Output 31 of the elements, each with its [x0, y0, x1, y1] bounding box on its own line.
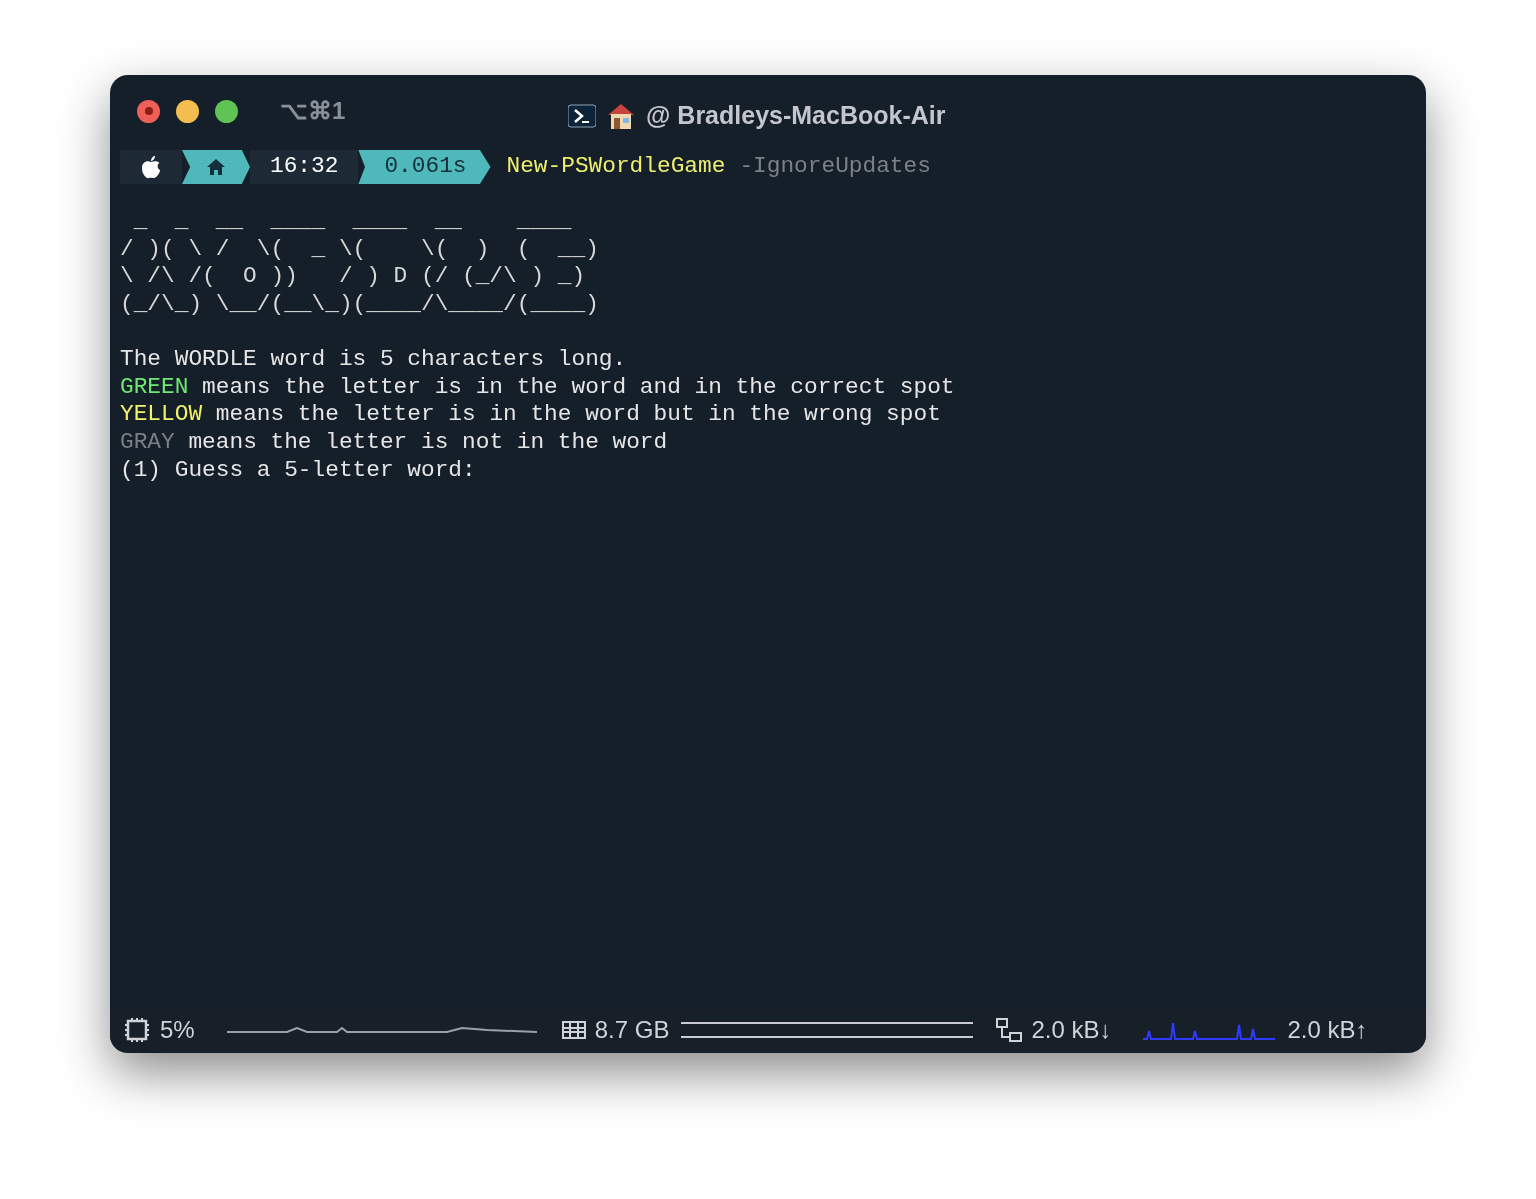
ascii-art-line: / )( \ / \( _ \( \( ) ( __): [120, 235, 599, 264]
output-line: means the letter is in the word but in the wrong spot: [214, 401, 941, 429]
output-line: The WORDLE word is 5 characters long.: [120, 345, 627, 374]
memory-usage: 8.7 GB: [594, 1015, 670, 1045]
ascii-art-line: _ _ __ ____ ____ __ ____: [132, 208, 572, 236]
color-word: GREEN: [120, 373, 189, 402]
output-line: (1) Guess a 5-letter word:: [120, 456, 476, 485]
cpu-usage: 5%: [160, 1015, 195, 1045]
cpu-icon: [124, 1017, 150, 1043]
download-rate: 2.0 kB↓: [1031, 1015, 1112, 1045]
output-line: means the letter is in the word and in the correct spot: [201, 373, 955, 402]
output-line: means the letter is not in the word: [187, 428, 668, 457]
prompt-duration: 0.061s: [358, 150, 491, 184]
close-button[interactable]: [137, 99, 160, 123]
upload-rate: 2.0 kB↑: [1287, 1015, 1368, 1045]
ascii-art-line: \ /\ /( O )) / ) D (/ (_/\ ) _): [120, 263, 586, 292]
color-word: GRAY: [120, 428, 175, 457]
color-word: YELLOW: [120, 401, 203, 429]
window-title: @ Bradleys-MacBook-Air: [646, 100, 946, 131]
network-icon: [995, 1017, 1024, 1043]
apple-icon: [141, 155, 161, 179]
memory-icon: [560, 1020, 587, 1040]
minimize-button[interactable]: [176, 99, 199, 123]
command-text: New-PSWordleGame: [506, 153, 726, 181]
maximize-button[interactable]: [215, 99, 238, 123]
tab-shortcut: ⌥⌘1: [280, 96, 346, 126]
prompt-time: 16:32: [250, 150, 359, 184]
command-argument: -IgnoreUpdates: [739, 153, 931, 181]
powershell-icon: [568, 103, 596, 128]
home-icon: [206, 158, 226, 176]
ascii-art-line: (_/\_) \__/(__\_)(____/\____/(____): [120, 291, 599, 319]
